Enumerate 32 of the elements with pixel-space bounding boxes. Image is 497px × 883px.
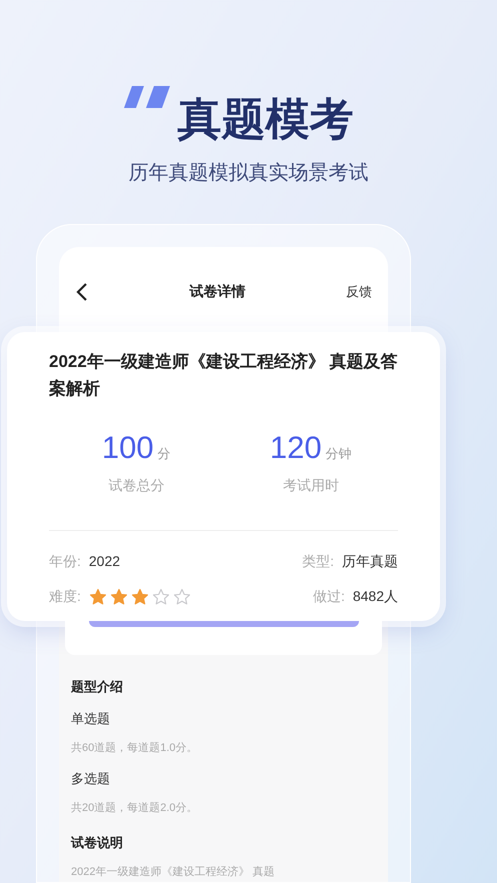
year-value: 2022 [88,552,120,571]
headline-title: 真题模考 [178,98,354,142]
empty-star-icon [172,588,191,606]
feedback-link[interactable]: 反馈 [346,282,372,302]
stat-unit: 分 [158,444,171,462]
stat-value: 120 [270,432,322,463]
done-count: 8482人 [352,587,398,606]
stat-value: 100 [102,432,154,463]
quote-mark-icon [124,86,170,108]
stat-label: 考试用时 [282,476,339,495]
section-heading: 试卷说明 [71,834,124,852]
year-label: 年份: [49,552,81,571]
nav-title: 试卷详情 [190,282,246,301]
empty-star-icon [152,588,170,606]
filled-star-icon [130,588,149,606]
back-icon[interactable] [75,282,89,302]
section-heading: 题型介绍 [71,678,124,696]
done-label: 做过: [312,587,345,606]
type-value: 历年真题 [342,552,398,571]
type-label: 类型: [302,552,334,571]
section-description: 2022年一级建造师《建设工程经济》 真题 [71,864,276,880]
filled-star-icon [110,588,128,606]
section-description: 共60道题，每道题1.0分。 [71,741,199,756]
stat-unit: 分钟 [326,444,352,462]
headline-subtitle: 历年真题模拟真实场景考试 [128,161,368,186]
section-description: 共20道题，每道题2.0分。 [71,801,199,816]
question-type: 多选题 [71,770,111,788]
difficulty-label: 难度: [49,587,81,606]
question-type: 单选题 [71,710,111,728]
paper-title: 2022年一级建造师《建设工程经济》 真题及答案解析 [49,351,398,400]
stat-label: 试卷总分 [108,476,164,495]
filled-star-icon [88,588,107,606]
